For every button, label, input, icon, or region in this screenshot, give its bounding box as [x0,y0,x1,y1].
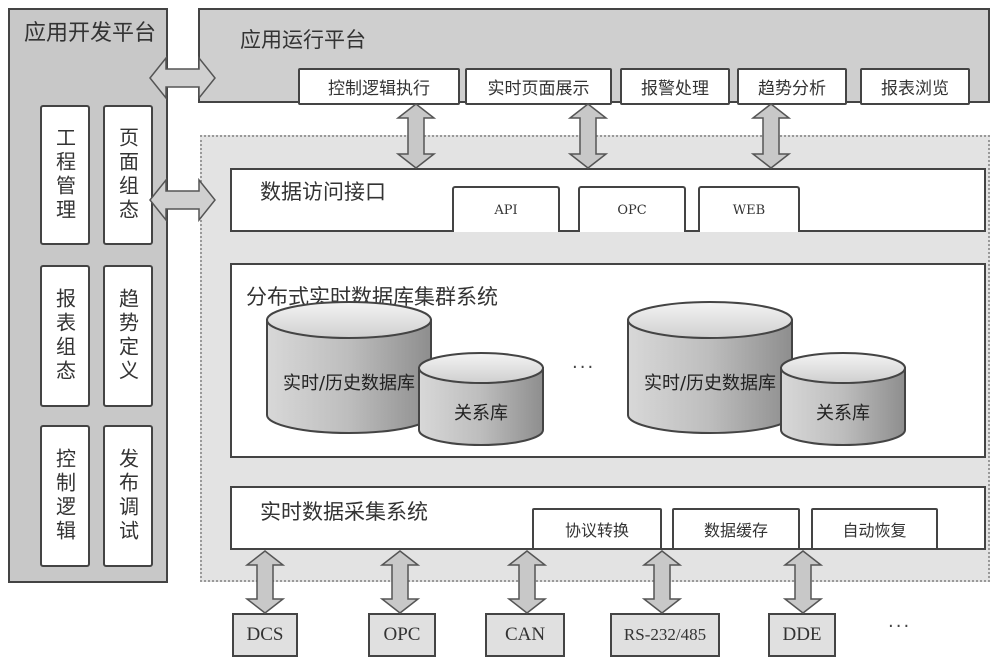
arrow-run-data-1-icon [395,103,437,169]
arrow-source-dcs-icon [244,550,286,614]
connector-arrows [149,55,824,614]
arrow-dev-to-run-icon [149,55,216,101]
arrow-source-dde-icon [782,550,824,614]
arrow-run-data-3-icon [750,103,792,169]
arrow-run-data-2-icon [567,103,609,169]
arrow-source-opc-icon [379,550,421,614]
arrow-source-can-icon [506,550,548,614]
arrow-dev-to-data-icon [149,177,216,223]
arrow-source-rs-icon [641,550,683,614]
